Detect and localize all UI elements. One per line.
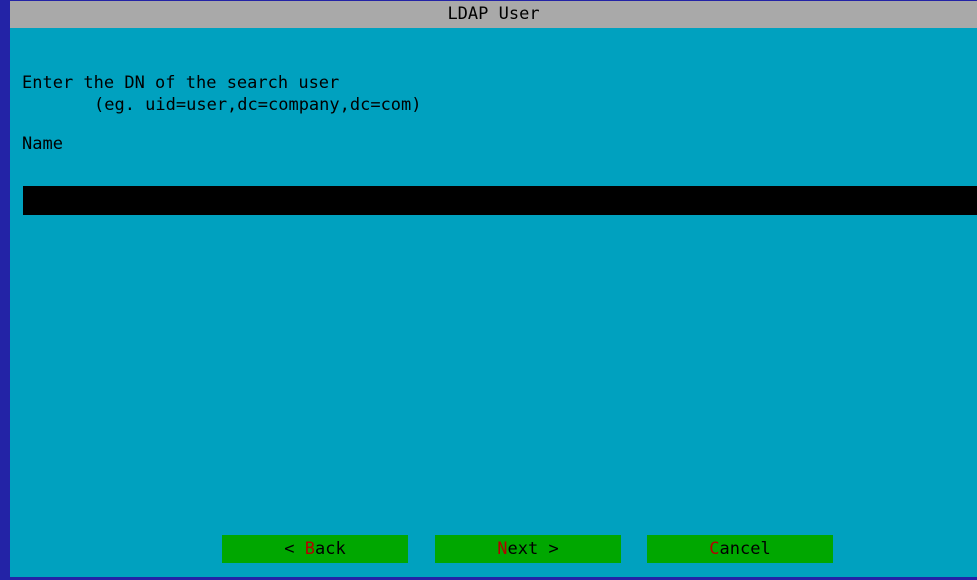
next-button[interactable]: Next > <box>435 535 621 563</box>
cancel-hotkey: C <box>709 539 720 559</box>
name-field-label: Name <box>22 134 63 154</box>
ldap-user-dialog: LDAP User Enter the DN of the search use… <box>0 0 977 580</box>
name-input[interactable] <box>23 186 977 215</box>
back-hotkey: B <box>304 539 315 559</box>
next-suffix: > <box>538 539 559 559</box>
cancel-rest: ancel <box>719 539 771 559</box>
prompt-line-2: (eg. uid=user,dc=company,dc=com) <box>94 95 422 115</box>
back-button[interactable]: < Back <box>222 535 408 563</box>
next-hotkey: N <box>497 539 508 559</box>
back-prefix: < <box>284 539 305 559</box>
dialog-title: LDAP User <box>10 1 977 28</box>
prompt-text: Enter the DN of the search user (eg. uid=… <box>22 72 422 116</box>
back-rest: ack <box>315 539 346 559</box>
cancel-button[interactable]: Cancel <box>647 535 833 563</box>
prompt-line-1: Enter the DN of the search user <box>22 73 340 93</box>
next-rest: ext <box>507 539 539 559</box>
